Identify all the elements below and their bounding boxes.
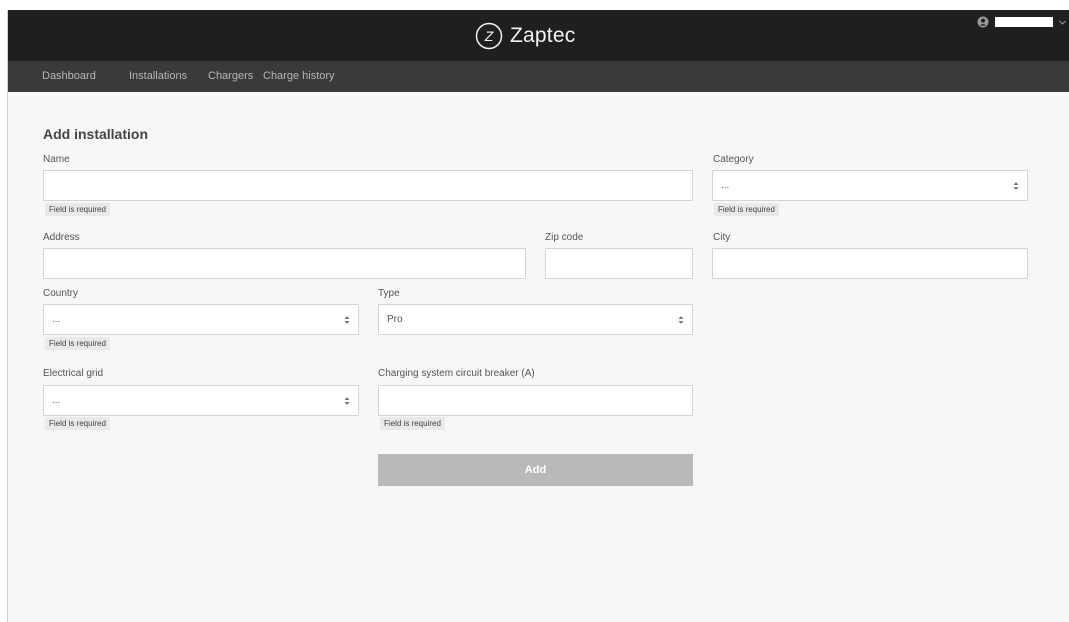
user-circle-icon (977, 16, 989, 28)
top-header-bar: Z Zaptec (8, 10, 1069, 61)
city-label: City (713, 232, 731, 243)
electrical-grid-required-badge: Field is required (45, 417, 110, 430)
electrical-grid-select[interactable]: ... (43, 385, 359, 416)
circuit-breaker-label: Charging system circuit breaker (A) (378, 368, 535, 379)
category-select[interactable]: ... (712, 170, 1028, 201)
user-name-redacted (995, 17, 1053, 27)
electrical-grid-select-value: ... (52, 395, 61, 406)
brand[interactable]: Z Zaptec (475, 20, 575, 52)
circuit-breaker-input[interactable] (378, 385, 693, 416)
type-label: Type (378, 288, 400, 299)
address-input[interactable] (43, 248, 526, 279)
page-title: Add installation (43, 126, 148, 142)
main-navigation: Dashboard Installations Chargers Charge … (8, 61, 1069, 92)
country-select[interactable]: ... (43, 304, 359, 335)
name-label: Name (43, 154, 70, 165)
app-window: Z Zaptec Dashboard Installations Charger… (7, 10, 1069, 622)
name-input[interactable] (43, 170, 693, 201)
circuit-breaker-required-badge: Field is required (380, 417, 445, 430)
add-installation-button[interactable]: Add (378, 454, 693, 486)
user-menu[interactable] (977, 16, 1066, 28)
brand-name: Zaptec (510, 24, 576, 47)
select-arrows-icon (678, 315, 684, 324)
category-select-value: ... (721, 180, 730, 191)
nav-item-chargers[interactable]: Chargers (208, 70, 253, 82)
name-required-badge: Field is required (45, 203, 110, 216)
nav-item-dashboard[interactable]: Dashboard (42, 70, 96, 82)
nav-item-charge-history[interactable]: Charge history (263, 70, 335, 82)
type-select[interactable]: Pro (378, 304, 693, 335)
brand-mark: Z (484, 28, 494, 44)
electrical-grid-label: Electrical grid (43, 368, 104, 379)
zip-code-input[interactable] (545, 248, 693, 279)
zaptec-logo-icon: Z (475, 22, 503, 50)
select-arrows-icon (1013, 181, 1019, 190)
country-select-value: ... (52, 314, 61, 325)
chevron-down-icon (1059, 20, 1066, 25)
category-label: Category (713, 154, 754, 165)
select-arrows-icon (344, 315, 350, 324)
category-required-badge: Field is required (714, 203, 779, 216)
zip-code-label: Zip code (545, 232, 584, 243)
country-label: Country (43, 288, 79, 299)
city-input[interactable] (712, 248, 1028, 279)
type-select-value: Pro (387, 314, 403, 325)
nav-item-installations[interactable]: Installations (129, 70, 187, 82)
country-required-badge: Field is required (45, 337, 110, 350)
select-arrows-icon (344, 396, 350, 405)
address-label: Address (43, 232, 80, 243)
